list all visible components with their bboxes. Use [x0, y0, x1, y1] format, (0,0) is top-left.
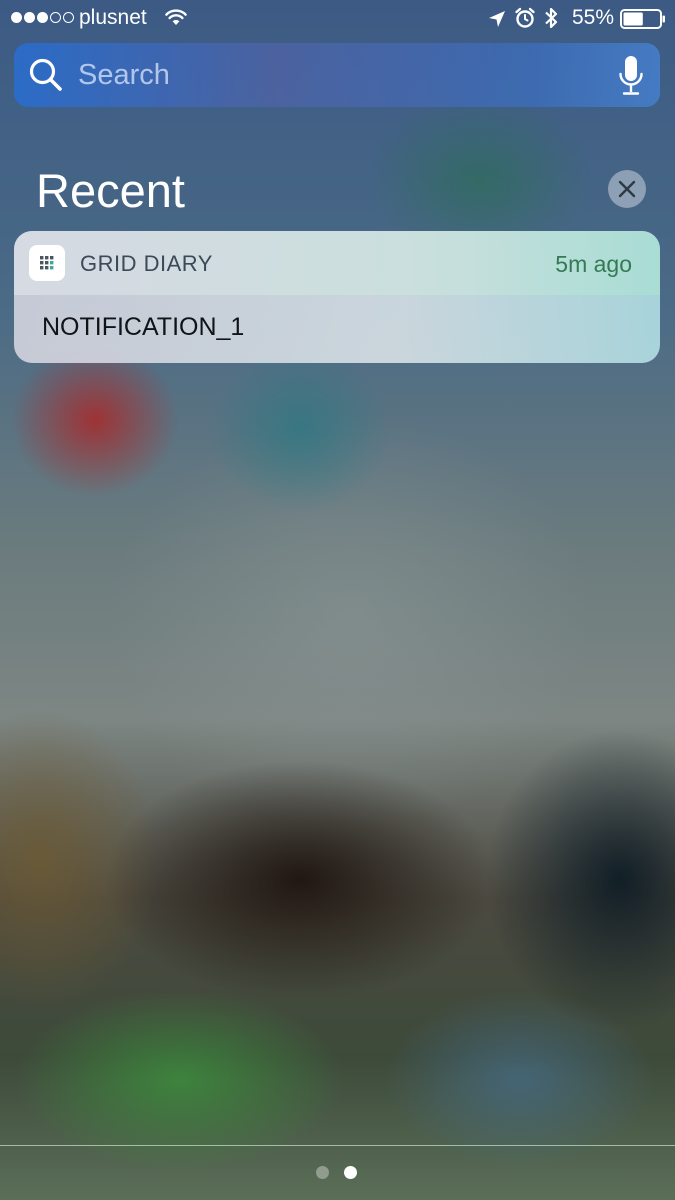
notification-app-name: GRID DIARY — [80, 251, 213, 276]
close-icon — [618, 180, 636, 198]
page-dot — [316, 1166, 329, 1179]
clear-notifications-button[interactable] — [608, 170, 646, 208]
recent-section-title: Recent — [36, 164, 185, 217]
search-bar[interactable] — [14, 43, 660, 107]
notification-timestamp: 5m ago — [555, 251, 632, 277]
signal-dot — [11, 12, 22, 23]
notification-header: GRID DIARY 5m ago — [14, 231, 660, 295]
grid-diary-app-icon — [29, 245, 65, 281]
battery-percentage: 55% — [572, 6, 615, 29]
alarm-icon — [515, 7, 535, 28]
signal-dot — [37, 12, 48, 23]
status-bar: plusnet 55% — [0, 0, 675, 38]
battery-icon — [620, 9, 665, 29]
signal-dot — [50, 12, 61, 23]
search-input[interactable] — [78, 55, 598, 95]
dock-divider — [0, 1145, 675, 1146]
signal-strength-icon — [11, 12, 74, 23]
today-view-screen: plusnet 55% Search Recent GRID DIARY 5m … — [0, 0, 675, 1200]
notification-message: NOTIFICATION_1 — [42, 313, 245, 341]
search-icon — [29, 58, 62, 91]
notification-card[interactable]: GRID DIARY 5m ago NOTIFICATION_1 — [14, 231, 660, 363]
page-dot-current — [344, 1166, 357, 1179]
signal-dot — [24, 12, 35, 23]
bluetooth-icon — [545, 7, 558, 29]
mic-icon[interactable] — [618, 55, 644, 97]
grid-icon — [40, 256, 54, 270]
page-indicator[interactable] — [316, 1166, 357, 1179]
carrier-name: plusnet — [79, 6, 147, 29]
signal-dot — [63, 12, 74, 23]
location-icon — [489, 11, 505, 27]
wifi-icon — [165, 9, 187, 25]
